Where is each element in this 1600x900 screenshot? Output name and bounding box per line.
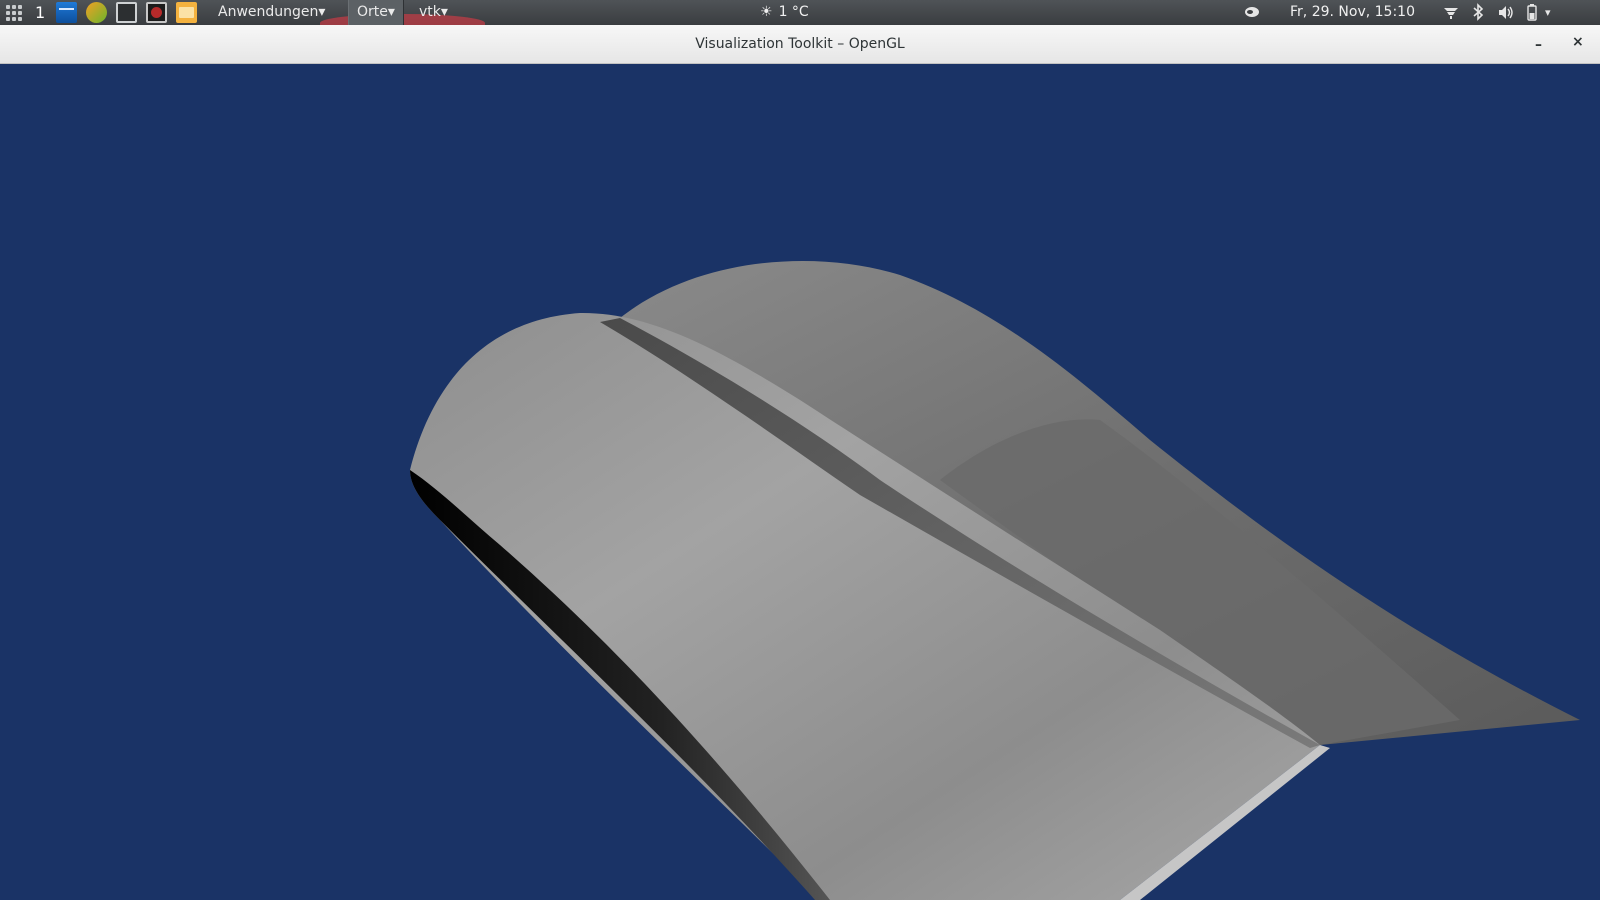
weather-indicator[interactable]: ☀ 1 °C xyxy=(760,0,809,25)
terminal-icon[interactable] xyxy=(56,2,77,23)
volume-icon[interactable] xyxy=(1497,0,1515,25)
rendered-surface xyxy=(410,260,1580,900)
applications-menu-label: Anwendungen xyxy=(218,4,319,20)
workspace-indicator[interactable]: 1 xyxy=(35,0,45,25)
chevron-down-icon: ▾ xyxy=(440,4,448,20)
app-menu[interactable]: vtk▾ xyxy=(411,0,456,25)
activities-icon[interactable] xyxy=(6,5,22,21)
files-icon[interactable] xyxy=(176,2,197,23)
applications-menu[interactable]: Anwendungen▾ xyxy=(210,0,333,25)
chat-icon[interactable] xyxy=(1243,0,1261,25)
chevron-down-icon: ▾ xyxy=(387,4,395,20)
chrome-icon[interactable] xyxy=(86,2,107,23)
places-menu[interactable]: Orte▾ xyxy=(348,0,404,25)
clock[interactable]: Fr, 29. Nov, 15:10 xyxy=(1290,0,1415,25)
battery-icon[interactable] xyxy=(1525,0,1539,25)
temperature-label: 1 °C xyxy=(778,4,809,20)
bluetooth-icon[interactable] xyxy=(1471,0,1485,25)
recorder-icon[interactable] xyxy=(146,2,167,23)
sun-cloud-icon: ☀ xyxy=(760,4,773,20)
system-menu-chevron-icon[interactable]: ▾ xyxy=(1545,0,1551,25)
app-menu-label: vtk xyxy=(419,4,441,20)
network-icon[interactable] xyxy=(1443,0,1459,25)
render-viewport[interactable] xyxy=(0,64,1600,900)
top-panel: 1 Anwendungen▾ Orte▾ vtk▾ ☀ 1 °C Fr, 29. … xyxy=(0,0,1600,32)
places-menu-label: Orte xyxy=(357,4,388,20)
window-titlebar[interactable]: Visualization Toolkit – OpenGL – × xyxy=(0,25,1600,64)
close-button[interactable]: × xyxy=(1572,34,1584,50)
screenshot-icon[interactable] xyxy=(116,2,137,23)
window-title: Visualization Toolkit – OpenGL xyxy=(695,36,905,52)
minimize-button[interactable]: – xyxy=(1535,37,1542,53)
chevron-down-icon: ▾ xyxy=(318,4,326,20)
